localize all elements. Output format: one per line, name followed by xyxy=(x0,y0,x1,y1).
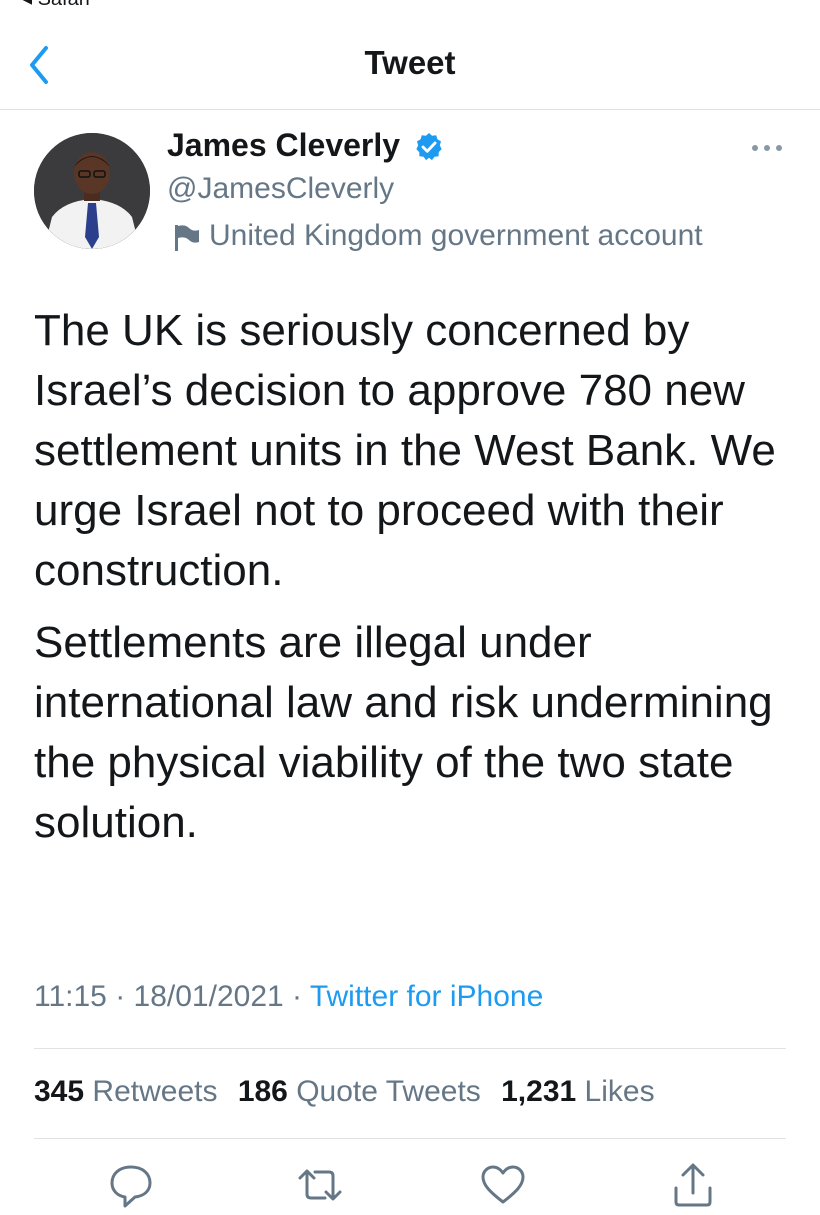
tweet-meta: 11:15 · 18/01/2021 · Twitter for iPhone xyxy=(34,980,543,1014)
divider xyxy=(34,1048,786,1049)
tweet-date[interactable]: 18/01/2021 xyxy=(134,980,284,1013)
reply-button[interactable] xyxy=(106,1160,156,1210)
retweets-count: 345 xyxy=(34,1075,85,1108)
quote-tweets-label: Quote Tweets xyxy=(296,1075,481,1108)
meta-separator: · xyxy=(292,980,303,1013)
tweet-source-link[interactable]: Twitter for iPhone xyxy=(310,980,543,1013)
nav-divider xyxy=(0,109,820,110)
reply-icon xyxy=(110,1165,152,1208)
flag-icon xyxy=(175,225,199,251)
nav-bar: Tweet xyxy=(0,0,820,110)
heart-icon xyxy=(481,1165,525,1204)
gov-account-text: United Kingdom government account xyxy=(209,219,703,252)
tweet-text: The UK is seriously concerned by Israel’… xyxy=(34,301,804,853)
author-name[interactable]: James Cleverly xyxy=(167,127,400,164)
avatar[interactable] xyxy=(34,133,150,249)
retweets-label: Retweets xyxy=(92,1075,218,1108)
more-horizontal-icon xyxy=(752,145,782,151)
likes-stat[interactable]: 1,231 Likes xyxy=(501,1075,666,1108)
quote-tweets-stat[interactable]: 186 Quote Tweets xyxy=(238,1075,493,1108)
tweet-stats: 345 Retweets 186 Quote Tweets 1,231 Like… xyxy=(34,1075,667,1109)
tweet-paragraph: Settlements are illegal under internatio… xyxy=(34,618,773,847)
more-options-button[interactable] xyxy=(748,138,786,158)
tweet-time: 11:15 xyxy=(34,980,107,1013)
retweet-icon xyxy=(298,1169,342,1201)
verified-badge-icon xyxy=(416,133,442,161)
tweet-paragraph: The UK is seriously concerned by Israel’… xyxy=(34,306,776,595)
retweet-button[interactable] xyxy=(295,1160,345,1210)
share-button[interactable] xyxy=(668,1160,718,1210)
author-handle[interactable]: @JamesCleverly xyxy=(167,172,394,206)
share-icon xyxy=(674,1163,712,1207)
divider xyxy=(34,1138,786,1139)
retweets-stat[interactable]: 345 Retweets xyxy=(34,1075,229,1108)
likes-count: 1,231 xyxy=(501,1075,577,1108)
avatar-photo xyxy=(34,133,150,249)
like-button[interactable] xyxy=(478,1160,528,1210)
quote-tweets-count: 186 xyxy=(237,1075,288,1108)
page-title: Tweet xyxy=(364,44,456,81)
meta-separator: · xyxy=(115,980,126,1013)
likes-label: Likes xyxy=(584,1075,655,1108)
